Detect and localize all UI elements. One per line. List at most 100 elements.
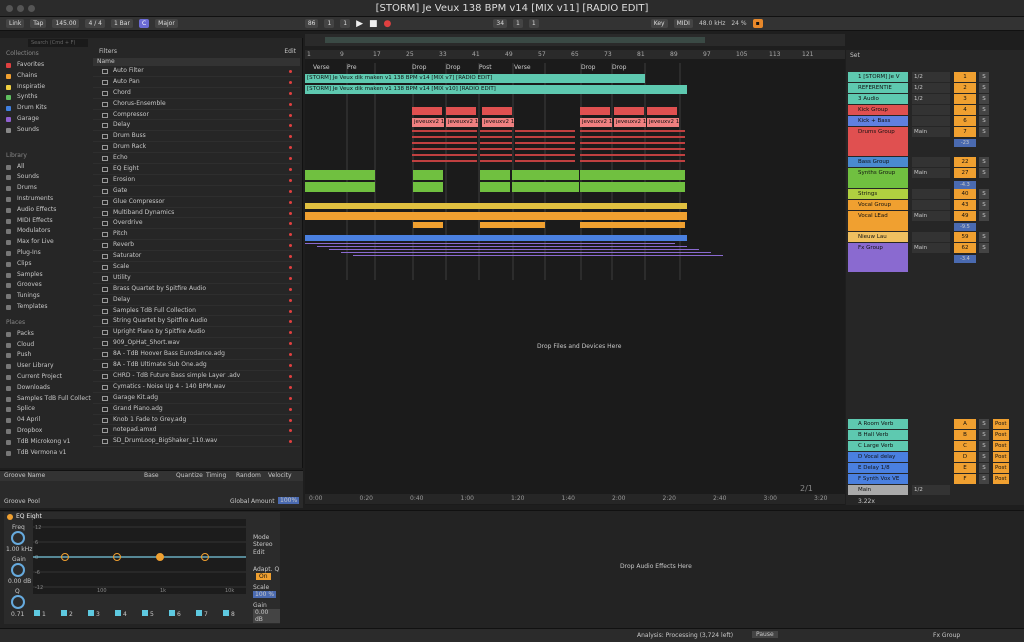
post-button[interactable]: Post bbox=[993, 452, 1009, 462]
track-activator[interactable]: 27 bbox=[954, 168, 976, 178]
freq-value[interactable]: 1.00 kHz bbox=[6, 546, 32, 553]
locator-marker[interactable]: Pre bbox=[347, 64, 357, 71]
collection-item[interactable]: Drum Kits bbox=[3, 103, 91, 114]
band-toggle[interactable]: 4 bbox=[115, 610, 139, 618]
post-button[interactable]: Post bbox=[993, 430, 1009, 440]
library-item[interactable]: All bbox=[3, 162, 91, 173]
band-toggle[interactable]: 1 bbox=[34, 610, 58, 618]
vocal-clip[interactable]: jeveuxv2 1 bbox=[482, 118, 514, 127]
band-power-icon[interactable] bbox=[142, 610, 148, 616]
solo-button[interactable]: S bbox=[979, 419, 989, 429]
track-io[interactable]: 1/2 bbox=[912, 94, 950, 104]
edit-toggle[interactable]: Edit bbox=[253, 549, 265, 556]
browser-file-item[interactable]: Drum Buss bbox=[93, 131, 300, 143]
locator-lane[interactable]: Verse Pre Drop Drop Post Verse Drop Drop bbox=[305, 63, 845, 73]
volume-readout[interactable]: -23 bbox=[954, 139, 976, 147]
place-item[interactable]: Dropbox bbox=[3, 426, 91, 437]
return-track[interactable]: A Room Verb A S Post bbox=[846, 419, 1024, 429]
q-value[interactable]: 0.71 bbox=[11, 611, 24, 618]
library-item[interactable]: Templates bbox=[3, 302, 91, 313]
mixer-track[interactable]: Nieuw Lau 59 S bbox=[846, 232, 1024, 242]
solo-button[interactable]: S bbox=[979, 211, 989, 221]
eq-graph[interactable]: 12 6 0 -6 -12 100 1k 10k bbox=[33, 519, 246, 594]
track-activator[interactable]: 59 bbox=[954, 232, 976, 242]
return-name[interactable]: E Delay 1/8 bbox=[848, 463, 908, 473]
name-column-header[interactable]: Name bbox=[93, 58, 300, 66]
track-activator[interactable]: 3 bbox=[954, 94, 976, 104]
band-power-icon[interactable] bbox=[196, 610, 202, 616]
key-select[interactable]: C bbox=[138, 19, 150, 28]
library-item[interactable]: Grooves bbox=[3, 280, 91, 291]
browser-file-item[interactable]: Gate bbox=[93, 186, 300, 197]
browser-file-item[interactable]: Pitch bbox=[93, 229, 300, 241]
track-io[interactable]: 1/2 bbox=[912, 72, 950, 82]
track-io[interactable] bbox=[912, 116, 950, 126]
audio-clip[interactable]: [STORM] Je Veux dik maken v1 138 BPM v14… bbox=[305, 85, 687, 94]
eq-curve[interactable]: 12 6 0 -6 -12 100 1k 10k bbox=[33, 519, 246, 594]
track-name[interactable]: Nieuw Lau bbox=[848, 232, 908, 242]
return-track[interactable]: D Vocal delay D S Post bbox=[846, 452, 1024, 462]
track-name[interactable]: Drums Group bbox=[848, 127, 908, 156]
play-icon[interactable]: ▶ bbox=[356, 19, 363, 29]
tap-button[interactable]: Tap bbox=[30, 19, 47, 28]
track-activator[interactable]: 40 bbox=[954, 189, 976, 199]
time-ruler[interactable]: 0:00 0:20 0:40 1:00 1:20 1:40 2:00 2:20 2:40 3:00… bbox=[305, 494, 845, 504]
adaptive-q-toggle[interactable]: On bbox=[256, 573, 271, 580]
band-power-icon[interactable] bbox=[223, 610, 229, 616]
solo-button[interactable]: S bbox=[979, 105, 989, 115]
solo-button[interactable]: S bbox=[979, 116, 989, 126]
post-button[interactable]: Post bbox=[993, 441, 1009, 451]
browser-file-item[interactable]: Auto Filter bbox=[93, 66, 300, 77]
browser-file-item[interactable]: 8A - TdB Hoover Bass Eurodance.adg bbox=[93, 349, 300, 361]
browser-file-item[interactable]: Upright Piano by Spitfire Audio bbox=[93, 327, 300, 339]
browser-file-item[interactable]: Brass Quartet by Spitfire Audio bbox=[93, 284, 300, 295]
mixer-track[interactable]: Strings 40 S bbox=[846, 189, 1024, 199]
groove-column-header[interactable]: Velocity bbox=[268, 471, 302, 481]
audio-clip[interactable]: [STORM] Je Veux dik maken v1 138 BPM v14… bbox=[305, 74, 645, 83]
solo-button[interactable]: S bbox=[979, 168, 989, 178]
place-item[interactable]: Downloads bbox=[3, 383, 91, 394]
solo-button[interactable]: S bbox=[979, 452, 989, 462]
volume-readout[interactable]: -3.4 bbox=[954, 255, 976, 263]
browser-file-item[interactable]: Garage Kit.adg bbox=[93, 393, 300, 404]
mixer-track[interactable]: Drums Group Main 7 S bbox=[846, 127, 1024, 156]
track-name[interactable]: Vocal Group bbox=[848, 200, 908, 210]
groove-column-header[interactable]: Quantize bbox=[176, 471, 206, 481]
band-toggle[interactable]: 2 bbox=[61, 610, 85, 618]
band-toggle[interactable]: 6 bbox=[169, 610, 193, 618]
locator-marker[interactable]: Drop bbox=[446, 64, 460, 71]
browser-file-item[interactable]: CHRD - TdB Future Bass simple Layer .adv bbox=[93, 371, 300, 382]
browser-file-item[interactable]: Drum Rack bbox=[93, 142, 300, 154]
track-io[interactable]: Main bbox=[912, 127, 950, 137]
browser-file-item[interactable]: notepad.amxd bbox=[93, 425, 300, 437]
place-item[interactable]: Samples TdB Full Collecti bbox=[3, 394, 91, 405]
locator-marker[interactable]: Verse bbox=[313, 64, 330, 71]
solo-button[interactable]: S bbox=[979, 430, 989, 440]
eq-band-handle[interactable] bbox=[156, 553, 164, 561]
position-sixteenth[interactable]: 1 bbox=[340, 19, 351, 28]
track-activator[interactable]: 62 bbox=[954, 243, 976, 253]
link-button[interactable]: Link bbox=[6, 19, 25, 28]
collection-item[interactable]: Inspiratie bbox=[3, 82, 91, 93]
global-amount-value[interactable]: 100% bbox=[278, 497, 300, 504]
freq-knob[interactable] bbox=[11, 531, 25, 545]
band-toggle[interactable]: 5 bbox=[142, 610, 166, 618]
library-item[interactable]: Drums bbox=[3, 183, 91, 194]
return-name[interactable]: F Synth Vox VE bbox=[848, 474, 908, 484]
track-activator[interactable]: 22 bbox=[954, 157, 976, 167]
band-power-icon[interactable] bbox=[169, 610, 175, 616]
loop-start-beat[interactable]: 1 bbox=[513, 19, 523, 28]
solo-button[interactable]: S bbox=[979, 474, 989, 484]
browser-file-item[interactable]: EQ Eight bbox=[93, 164, 300, 175]
position-bar[interactable]: 86 bbox=[304, 19, 319, 28]
return-activator[interactable]: B bbox=[954, 430, 976, 440]
place-item[interactable]: Splice bbox=[3, 404, 91, 415]
browser-file-item[interactable]: Reverb bbox=[93, 240, 300, 252]
return-track[interactable]: F Synth Vox VE F S Post bbox=[846, 474, 1024, 484]
solo-button[interactable]: S bbox=[979, 463, 989, 473]
track-io[interactable] bbox=[912, 232, 950, 242]
vocal-clip[interactable]: jeveuxv2 1 bbox=[580, 118, 612, 127]
locator-marker[interactable]: Drop bbox=[412, 64, 426, 71]
browser-file-item[interactable]: Overdrive bbox=[93, 218, 300, 230]
library-item[interactable]: Tunings bbox=[3, 291, 91, 302]
